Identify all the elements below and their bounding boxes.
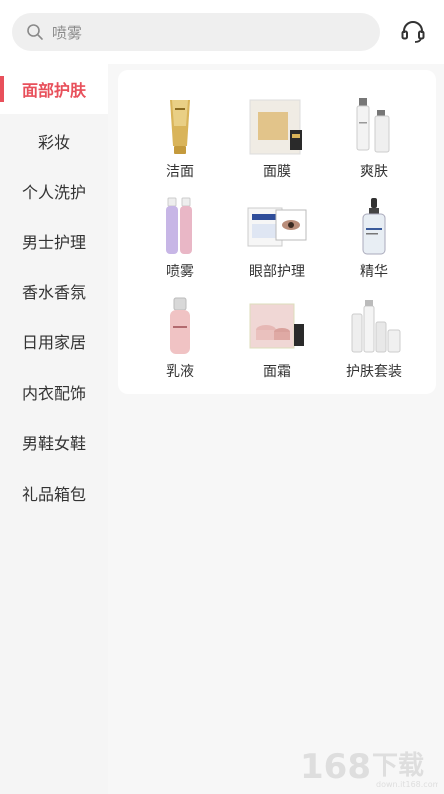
cleanser-tube-icon (148, 95, 212, 157)
subcategory-toner[interactable]: 爽肤 (324, 95, 424, 191)
top-bar: 喷雾 (0, 0, 444, 64)
toner-bottles-icon (342, 95, 406, 157)
sidebar-item-makeup[interactable]: 彩妆 (0, 116, 108, 166)
subcategory-spray[interactable]: 喷雾 (130, 195, 230, 291)
sidebar-item-label: 日用家居 (21, 333, 86, 352)
subcategory-label: 爽肤 (360, 164, 388, 180)
sidebar-item-label: 香水香氛 (21, 283, 86, 302)
sidebar-item-label: 内衣配饰 (21, 384, 86, 403)
customer-service-button[interactable] (398, 17, 428, 47)
subcategory-label: 喷雾 (166, 264, 194, 280)
cream-jar-set-icon (245, 295, 309, 357)
svg-text:down.it168.com: down.it168.com (376, 780, 438, 789)
subcategory-label: 精华 (360, 264, 388, 280)
sidebar-item-fragrance[interactable]: 香水香氛 (0, 266, 108, 316)
serum-dropper-icon (342, 195, 406, 257)
site-watermark: 168 下载 down.it168.com (296, 744, 441, 790)
subcategory-label: 面霜 (263, 364, 291, 380)
subcategory-card: 洁面 面膜 爽肤 喷雾 眼部护理 精华 乳液 面霜 护肤套装 (118, 70, 436, 394)
face-mask-pack-icon (245, 95, 309, 157)
sidebar-item-gifts-bags[interactable]: 礼品箱包 (0, 468, 108, 518)
subcategory-label: 面膜 (263, 164, 291, 180)
subcategory-label: 乳液 (166, 364, 194, 380)
sidebar-item-label: 男士护理 (21, 233, 86, 252)
sidebar-item-label: 个人洗护 (21, 183, 86, 202)
sidebar-item-shoes[interactable]: 男鞋女鞋 (0, 417, 108, 467)
search-icon (27, 24, 43, 40)
sidebar-item-label: 男鞋女鞋 (21, 434, 86, 453)
sidebar-item-face-care[interactable]: 面部护肤 (0, 64, 108, 114)
subcategory-label: 洁面 (166, 164, 194, 180)
svg-text:168: 168 (300, 747, 371, 787)
subcategory-eye-care[interactable]: 眼部护理 (227, 195, 327, 291)
search-placeholder: 喷雾 (52, 23, 83, 42)
subcategory-cleanser[interactable]: 洁面 (130, 95, 230, 191)
main-panel: 洁面 面膜 爽肤 喷雾 眼部护理 精华 乳液 面霜 护肤套装 (108, 64, 444, 794)
subcategory-lotion[interactable]: 乳液 (130, 295, 230, 391)
subcategory-mask[interactable]: 面膜 (227, 95, 327, 191)
sidebar-item-underwear-accessories[interactable]: 内衣配饰 (0, 367, 108, 417)
lotion-bottle-icon (148, 295, 212, 357)
sidebar-item-label: 礼品箱包 (21, 485, 86, 504)
sidebar-item-label: 面部护肤 (21, 81, 86, 100)
sidebar-item-mens-care[interactable]: 男士护理 (0, 216, 108, 266)
subcategory-serum[interactable]: 精华 (324, 195, 424, 291)
skincare-set-icon (342, 295, 406, 357)
sidebar-item-personal-wash[interactable]: 个人洗护 (0, 166, 108, 216)
sidebar-item-label: 彩妆 (37, 133, 70, 152)
svg-text:下载: 下载 (372, 751, 424, 781)
sidebar-item-home[interactable]: 日用家居 (0, 316, 108, 366)
subcategory-face-cream[interactable]: 面霜 (227, 295, 327, 391)
subcategory-label: 眼部护理 (249, 264, 305, 280)
category-sidebar: 面部护肤 彩妆 个人洗护 男士护理 香水香氛 日用家居 内衣配饰 男鞋女鞋 礼品… (0, 64, 108, 794)
headset-icon (401, 21, 425, 43)
eye-patch-box-icon (245, 195, 309, 257)
search-bar[interactable]: 喷雾 (12, 13, 380, 51)
spray-bottles-icon (148, 195, 212, 257)
subcategory-skincare-set[interactable]: 护肤套装 (324, 295, 424, 391)
subcategory-label: 护肤套装 (346, 364, 402, 380)
